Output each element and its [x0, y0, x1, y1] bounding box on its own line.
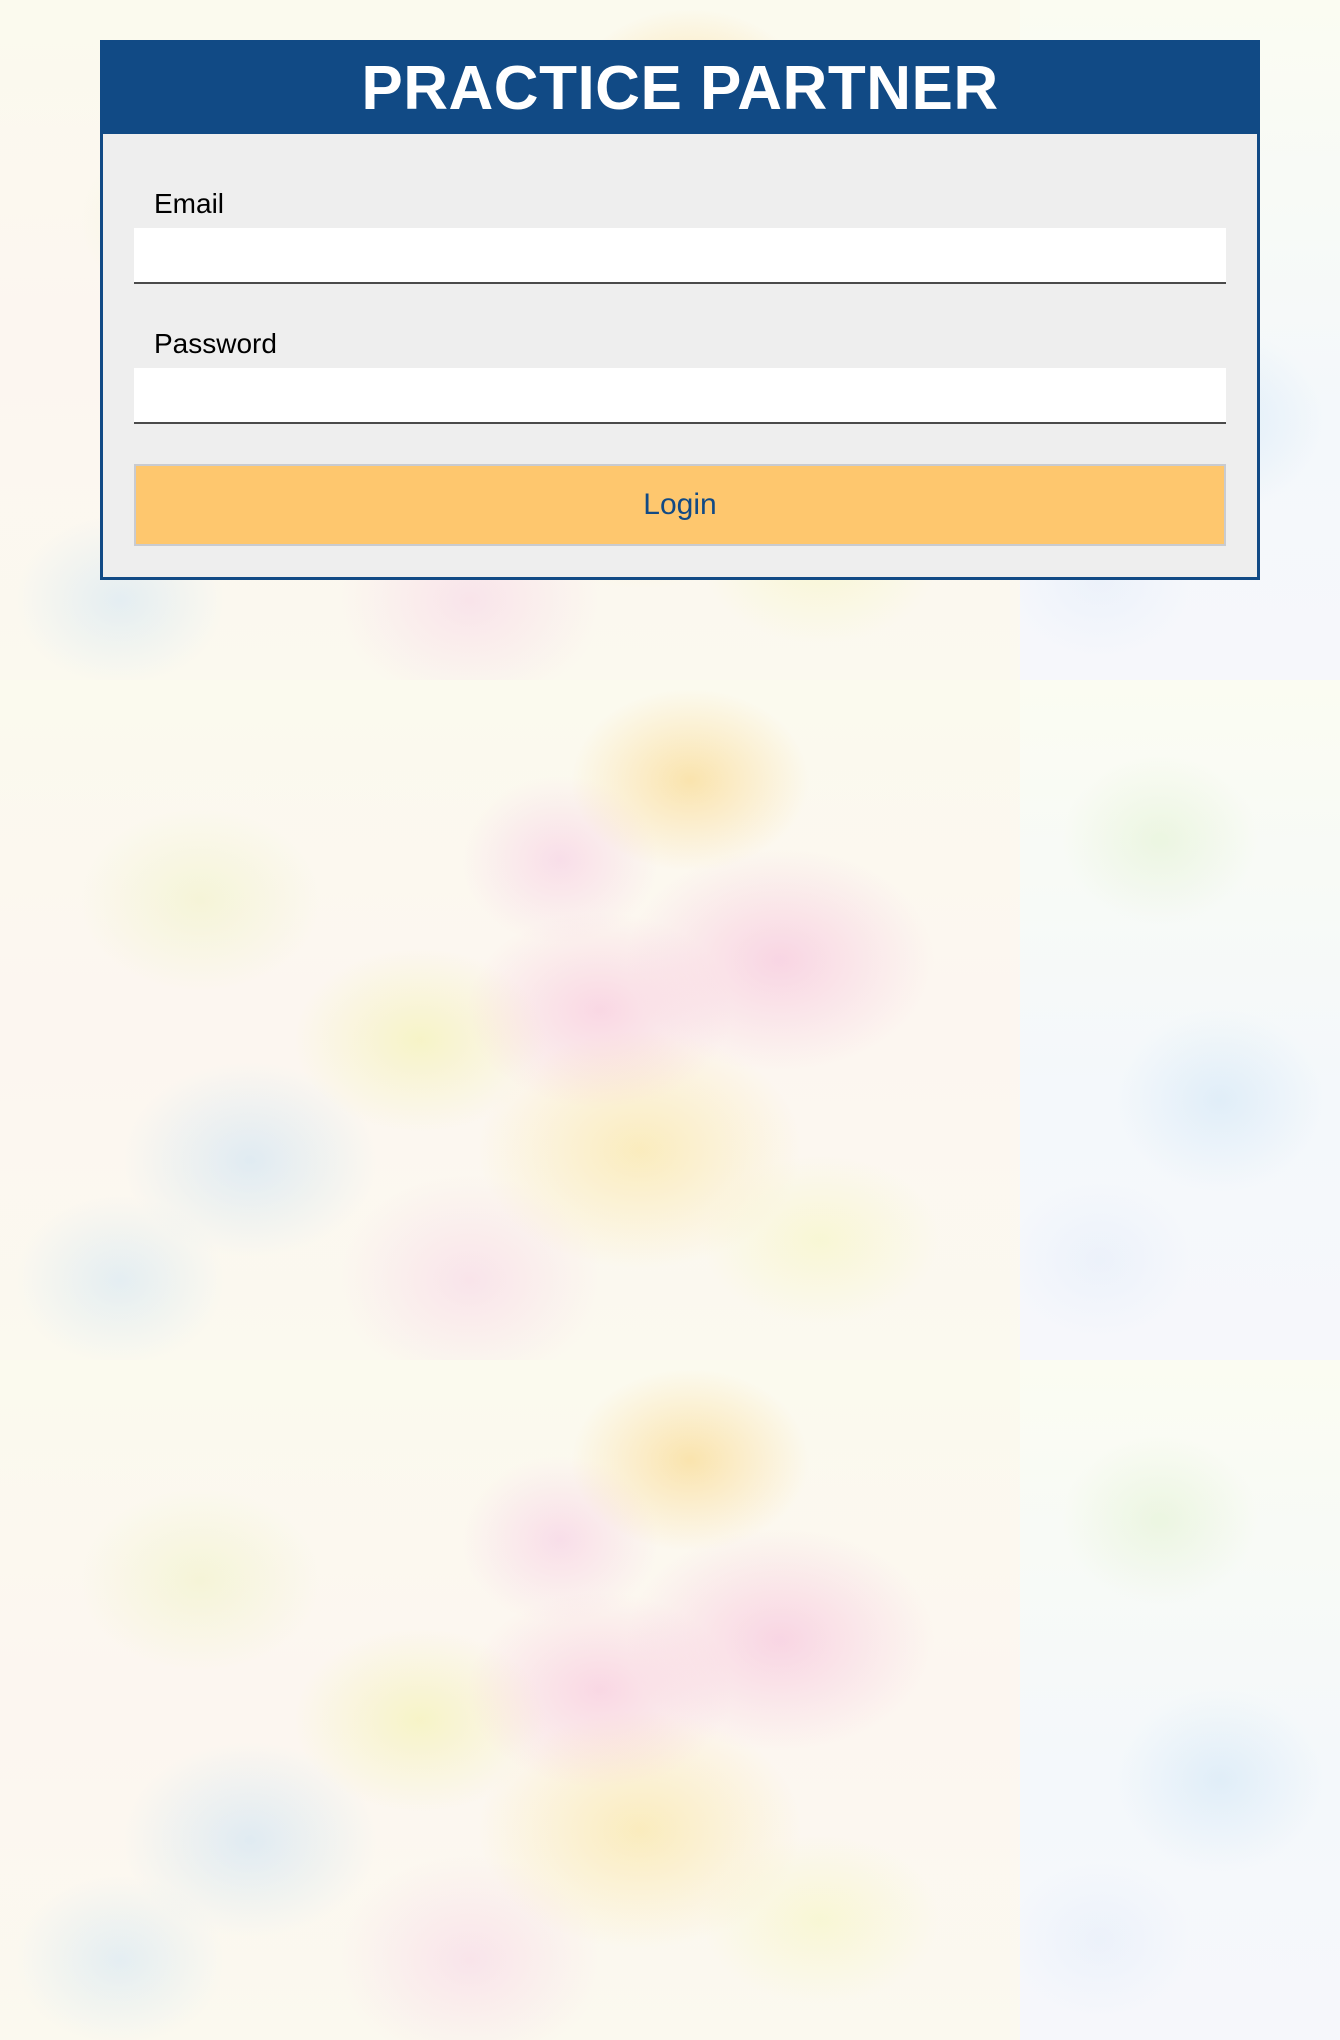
login-card: PRACTICE PARTNER Email Password Login	[100, 40, 1260, 580]
login-button[interactable]: Login	[134, 464, 1226, 546]
background-tile	[0, 680, 1020, 1360]
background-tile	[0, 1360, 1020, 2040]
password-label: Password	[154, 328, 277, 359]
background-tile	[1020, 1360, 1340, 2040]
email-field[interactable]	[134, 228, 1226, 284]
email-label: Email	[154, 188, 225, 219]
password-field[interactable]	[134, 368, 1226, 424]
card-header: PRACTICE PARTNER	[103, 43, 1257, 134]
app-title: PRACTICE PARTNER	[361, 53, 999, 123]
background-tile	[1020, 680, 1340, 1360]
